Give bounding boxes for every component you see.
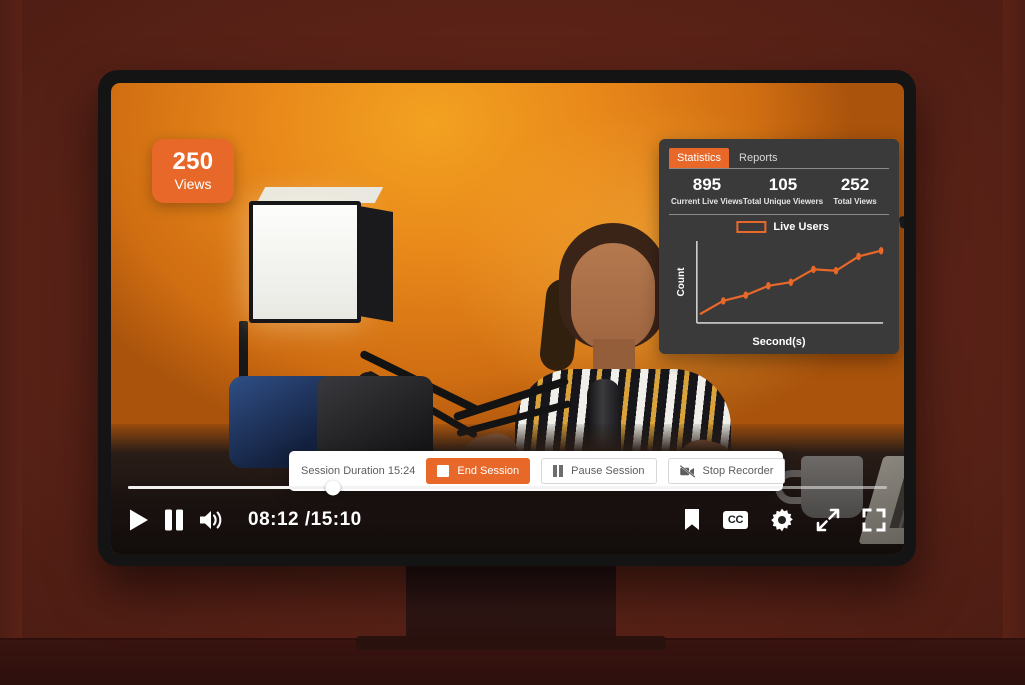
kpi-label: Total Views: [833, 196, 877, 206]
kpi-label: Total Unique Viewers: [742, 196, 824, 206]
player-left-controls: 08:12 /15:10: [128, 508, 362, 532]
chart-point: [766, 281, 771, 290]
chart-legend: Live Users: [736, 220, 830, 233]
expand-arrows-icon[interactable]: [816, 508, 840, 532]
statistics-tab-bar: Statistics Reports: [669, 148, 889, 169]
bookmark-icon[interactable]: [683, 508, 701, 532]
views-badge-label: Views: [174, 175, 212, 192]
monitor-stand-neck: [406, 560, 616, 642]
tab-statistics[interactable]: Statistics: [669, 148, 730, 168]
tab-reports[interactable]: Reports: [731, 148, 786, 168]
chart-point: [811, 265, 816, 273]
chart-y-axis-label: Count: [675, 267, 687, 297]
kpi-total-unique-viewers: 105 Total Unique Viewers: [742, 175, 824, 206]
pause-icon[interactable]: [164, 508, 184, 532]
chart-point: [878, 246, 884, 255]
statistics-panel: Statistics Reports 895 Current Live View…: [659, 139, 899, 354]
kpi-value: 895: [692, 175, 722, 194]
progress-bar-track[interactable]: [128, 480, 887, 495]
legend-swatch-live-users: [736, 220, 767, 233]
wall-panel-left: [0, 0, 22, 640]
kpi-total-views: 252 Total Views: [823, 175, 887, 206]
video-player-controls: 08:12 /15:10 CC: [111, 476, 904, 554]
views-badge: 250 Views: [152, 139, 234, 203]
settings-gear-icon[interactable]: [770, 508, 794, 532]
cc-icon[interactable]: CC: [723, 511, 748, 529]
chart-x-axis-label: Second(s): [752, 336, 806, 348]
play-icon[interactable]: [128, 508, 150, 532]
views-badge-count: 250: [172, 148, 214, 176]
player-right-controls: CC: [683, 508, 886, 532]
legend-label-live-users: Live Users: [773, 220, 830, 233]
kpi-value: 105: [768, 175, 798, 194]
scene-root: 250 Views Statistics Reports 895 Current…: [0, 0, 1025, 685]
live-users-chart: Live Users Count Second(s): [669, 219, 889, 348]
progress-bar-handle[interactable]: [325, 480, 341, 495]
statistics-kpi-row: 895 Current Live Views 105 Total Unique …: [669, 169, 889, 215]
background-stand-crossbar: [898, 201, 904, 229]
chart-point: [856, 252, 861, 260]
chart-plot-area: [691, 241, 885, 326]
softbox-barn-door-right: [359, 206, 393, 322]
chart-svg: [691, 241, 884, 326]
volume-icon[interactable]: [198, 508, 224, 532]
kpi-label: Current Live Views: [671, 196, 743, 206]
chart-point: [743, 291, 749, 299]
kpi-value: 252: [840, 175, 870, 194]
monitor-frame: 250 Views Statistics Reports 895 Current…: [98, 70, 916, 566]
chart-point: [833, 266, 839, 275]
chart-point: [788, 278, 794, 286]
presenter-face: [571, 243, 655, 351]
monitor-stand-base: [356, 636, 666, 650]
softbox-light: [249, 201, 361, 323]
progress-bar-fill: [128, 486, 333, 489]
fullscreen-icon[interactable]: [862, 508, 886, 532]
time-display: 08:12 /15:10: [248, 509, 362, 530]
kpi-current-live-views: 895 Current Live Views: [671, 175, 743, 206]
wall-panel-right: [1003, 0, 1025, 640]
chart-point: [720, 296, 726, 305]
monitor-screen: 250 Views Statistics Reports 895 Current…: [111, 83, 904, 554]
